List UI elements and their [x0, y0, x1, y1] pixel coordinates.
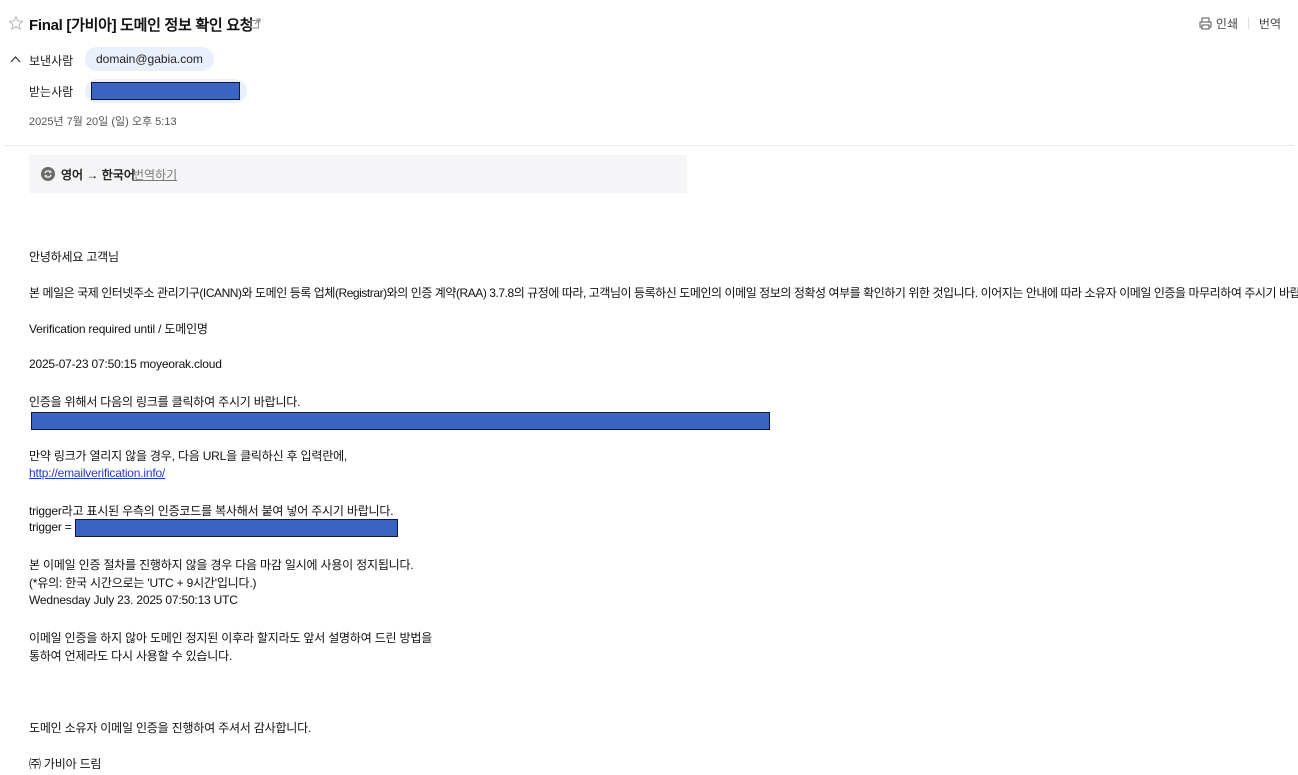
trigger-label: trigger = — [29, 520, 72, 534]
verification-value: 2025-07-23 07:50:15 moyeorak.cloud — [29, 357, 222, 371]
divider — [1248, 17, 1249, 29]
chevron-up-icon[interactable] — [9, 54, 22, 64]
intro-paragraph: 본 메일은 국제 인터넷주소 관리기구(ICANN)와 도메인 등록 업체(Re… — [29, 286, 1298, 300]
divider — [4, 145, 1294, 146]
sender-chip[interactable]: domain@gabia.com — [85, 47, 214, 71]
reactivate-line-1: 이메일 인증을 하지 않아 도메인 정지된 이후라 할지라도 앞서 설명하여 드… — [29, 631, 433, 645]
suspend-notice: 본 이메일 인증 절차를 진행하지 않을 경우 다음 마감 일시에 사용이 정지… — [29, 558, 414, 572]
thanks: 도메인 소유자 이메일 인증을 진행하여 주셔서 감사합니다. — [29, 721, 312, 735]
click-instruction: 인증을 위해서 다음의 링크를 클릭하여 주시기 바랍니다. — [29, 395, 301, 409]
deadline: Wednesday July 23. 2025 07:50:13 UTC — [29, 593, 238, 607]
timezone-note: (*유의: 한국 시간으로는 'UTC + 9시간'입니다.) — [29, 576, 257, 590]
signature: ㈜ 가비아 드림 — [29, 757, 102, 771]
print-button[interactable]: 인쇄 — [1199, 15, 1238, 32]
star-icon[interactable] — [8, 15, 24, 31]
trigger-instruction: trigger라고 표시된 우측의 인증코드를 복사해서 붙여 넣어 주시기 바… — [29, 504, 394, 518]
print-label: 인쇄 — [1215, 17, 1238, 31]
redacted-recipient — [91, 82, 240, 100]
email-subject: Final [가비아] 도메인 정보 확인 요청 — [29, 17, 254, 34]
translate-icon — [41, 167, 55, 181]
greeting: 안녕하세요 고객님 — [29, 250, 119, 264]
verification-header: Verification required until / 도메인명 — [29, 322, 208, 336]
external-link-icon[interactable] — [250, 18, 261, 29]
sender-label: 보낸사람 — [29, 54, 74, 68]
translation-languages: 영어 → 한국어 — [61, 168, 135, 182]
redacted-verification-link[interactable] — [31, 412, 770, 430]
fallback-instruction: 만약 링크가 열리지 않을 경우, 다음 URL을 클릭하신 후 입력란에, — [29, 449, 348, 463]
translate-link[interactable]: 번역하기 — [133, 166, 177, 183]
printer-icon — [1199, 17, 1212, 30]
reactivate-line-2: 통하여 언제라도 다시 사용할 수 있습니다. — [29, 649, 233, 663]
redacted-trigger-code — [75, 519, 398, 537]
sent-date: 2025년 7월 20일 (일) 오후 5:13 — [29, 116, 177, 128]
verification-url-link[interactable]: http://emailverification.info/ — [29, 466, 165, 480]
recipient-label: 받는사람 — [29, 85, 74, 99]
translate-button[interactable]: 번역 — [1259, 15, 1281, 32]
